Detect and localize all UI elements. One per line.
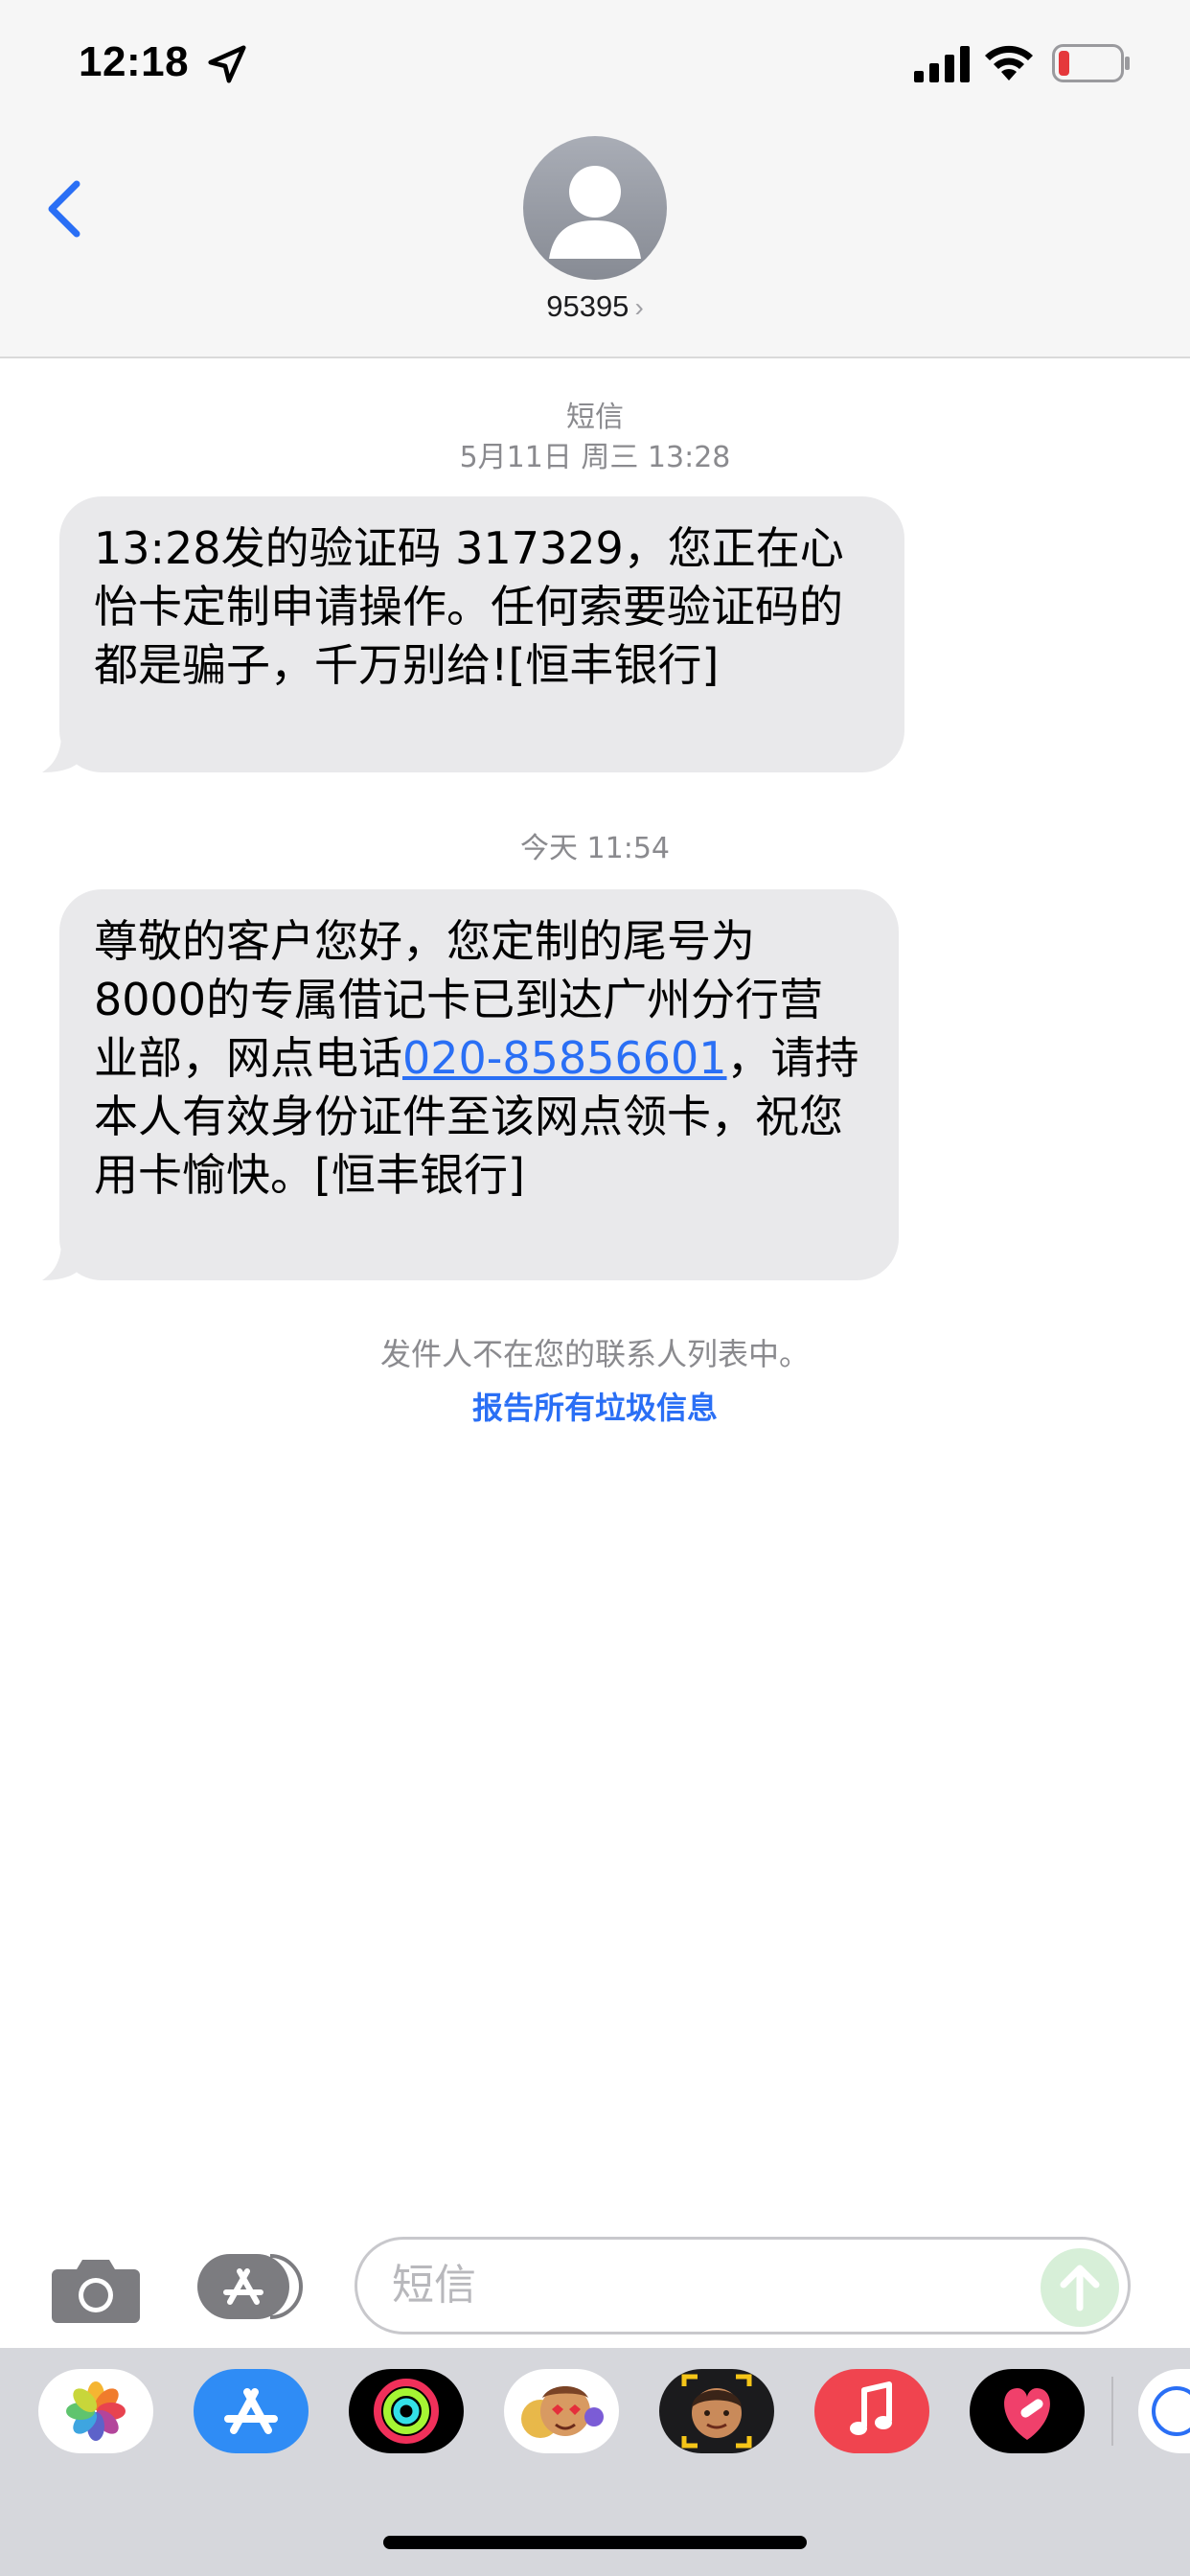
back-button[interactable] xyxy=(38,171,96,247)
fitness-app[interactable] xyxy=(349,2369,464,2453)
conversation-header: 12:18 95395 › xyxy=(0,0,1190,358)
send-button[interactable] xyxy=(1041,2248,1119,2327)
message-input[interactable]: 短信 xyxy=(355,2237,1131,2334)
music-icon xyxy=(850,2381,892,2435)
camera-icon[interactable] xyxy=(50,2252,142,2325)
arrow-up-icon xyxy=(1060,2265,1100,2312)
message-bubble[interactable]: 尊敬的客户您好，您定制的尾号为8000的专属借记卡已到达广州分行营业部，网点电话… xyxy=(59,889,899,1280)
contact-avatar[interactable] xyxy=(523,136,667,280)
photos-app[interactable] xyxy=(38,2369,153,2453)
app-store-app[interactable] xyxy=(194,2369,309,2453)
timestamp: 5月11日 周三 13:28 xyxy=(459,441,731,474)
memoji-icon xyxy=(681,2374,752,2449)
photos-icon xyxy=(66,2381,126,2441)
contact-name[interactable]: 95395 › xyxy=(0,289,1190,324)
contact-number: 95395 xyxy=(546,289,629,323)
wifi-icon xyxy=(985,45,1033,80)
report-junk-link[interactable]: 报告所有垃圾信息 xyxy=(0,1384,1190,1428)
app-store-icon xyxy=(224,2388,278,2434)
cellular-signal-icon xyxy=(914,46,970,82)
fitness-rings-icon xyxy=(374,2379,439,2444)
status-bar: 12:18 xyxy=(0,0,1190,129)
message-text: 13:28发的验证码 317329，您正在心怡卡定制申请操作。任何索要验证码的都… xyxy=(94,522,844,691)
memoji-stickers-app[interactable] xyxy=(504,2369,619,2453)
drawer-separator xyxy=(1111,2377,1113,2446)
battery-low-icon xyxy=(1052,44,1130,82)
message-bubble[interactable]: 13:28发的验证码 317329，您正在心怡卡定制申请操作。任何索要验证码的都… xyxy=(59,496,904,772)
message-input-placeholder: 短信 xyxy=(392,2261,476,2310)
service-label: 短信 xyxy=(566,401,624,434)
unknown-sender-note: 发件人不在您的联系人列表中。 xyxy=(379,1336,810,1372)
heart-stickers-icon xyxy=(1004,2388,1050,2440)
music-app[interactable] xyxy=(814,2369,929,2453)
location-arrow-icon xyxy=(208,45,246,83)
memoji-stickers-icon xyxy=(521,2386,604,2438)
status-time: 12:18 xyxy=(79,38,190,85)
memoji-app[interactable] xyxy=(659,2369,774,2453)
home-indicator[interactable] xyxy=(383,2536,807,2549)
phone-link[interactable]: 020-85856601 xyxy=(402,1032,727,1084)
chevron-right-icon: › xyxy=(634,292,644,322)
app-store-icon[interactable] xyxy=(197,2252,305,2321)
timestamp: 今天 11:54 xyxy=(520,832,670,865)
heart-stickers-app[interactable] xyxy=(970,2369,1085,2453)
person-silhouette-icon xyxy=(549,166,641,259)
